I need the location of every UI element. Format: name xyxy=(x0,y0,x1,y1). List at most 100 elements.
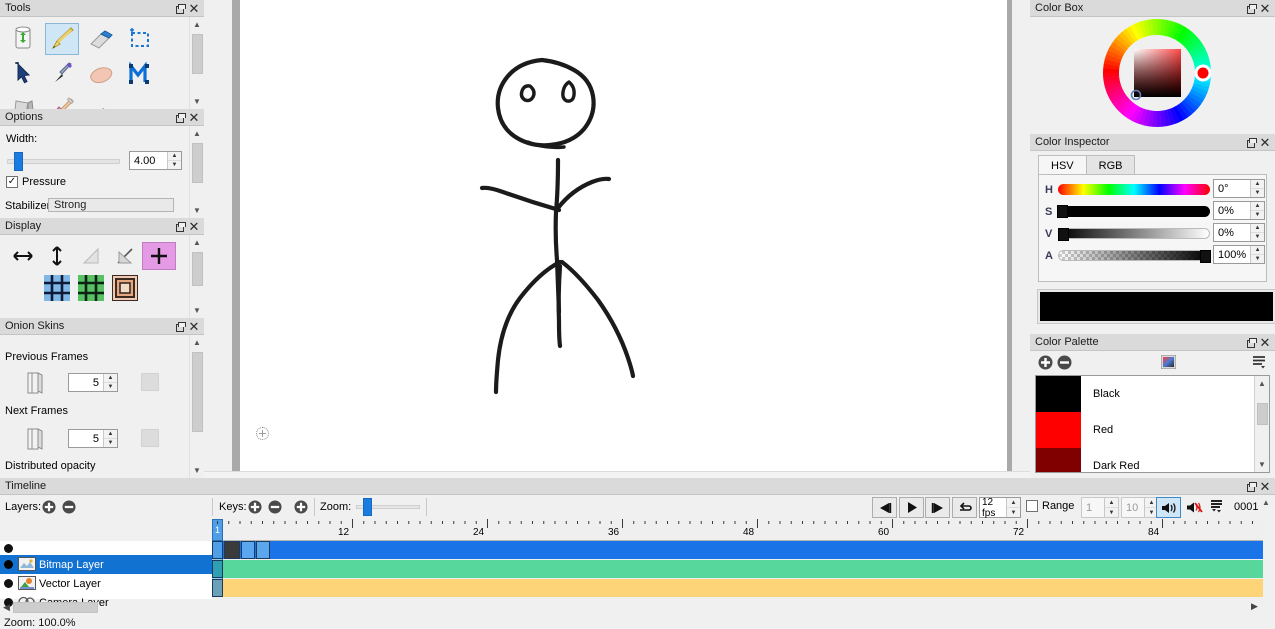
fps-value[interactable]: 12 fps xyxy=(980,497,1006,519)
next-frames-value[interactable]: 5 xyxy=(69,430,103,447)
saturation-knob[interactable] xyxy=(1057,205,1068,218)
timeline-ruler[interactable]: 1 12 24 36 48 60 72 84 xyxy=(212,519,1263,541)
float-icon[interactable] xyxy=(173,319,187,333)
tools-scrollbar[interactable]: ▲ ▼ xyxy=(189,17,204,109)
range-end-value[interactable]: 10 xyxy=(1122,498,1144,517)
previous-frames-spinner[interactable]: 5 ▲ ▼ xyxy=(68,373,118,392)
hscroll-thumb[interactable] xyxy=(13,602,98,613)
layer-list[interactable]: Bitmap Layer Vector Layer Camera Layer xyxy=(0,541,212,609)
previous-frames-icon[interactable] xyxy=(24,371,50,395)
hue-decrement[interactable]: ▼ xyxy=(1251,189,1264,197)
pressure-row[interactable]: ✓ Pressure xyxy=(6,176,66,188)
float-icon[interactable] xyxy=(173,1,187,15)
display-scrollbar[interactable]: ▲ ▼ xyxy=(189,235,204,318)
sound-off-button[interactable] xyxy=(1182,497,1207,518)
range-row[interactable]: Range xyxy=(1026,500,1074,512)
value-spinner[interactable]: 0% ▲ ▼ xyxy=(1213,223,1265,242)
center-cross-button[interactable] xyxy=(142,242,176,270)
list-item[interactable]: Black xyxy=(1036,376,1269,412)
next-frames-color-swatch[interactable] xyxy=(141,429,159,447)
grid-button[interactable] xyxy=(40,274,74,302)
float-icon[interactable] xyxy=(173,219,187,233)
flip-horizontal-button[interactable] xyxy=(6,242,40,270)
value-knob[interactable] xyxy=(1058,228,1069,241)
value-slider[interactable] xyxy=(1058,228,1210,241)
range-start-increment[interactable]: ▲ xyxy=(1105,498,1118,508)
range-start-decrement[interactable]: ▼ xyxy=(1105,508,1118,517)
width-value[interactable]: 4.00 xyxy=(130,152,167,169)
saturation-slider[interactable] xyxy=(1057,205,1210,218)
layer-row-empty[interactable] xyxy=(0,541,212,555)
add-key-icon[interactable] xyxy=(248,500,262,517)
current-cell-bitmap[interactable] xyxy=(212,541,223,559)
close-icon[interactable]: ✕ xyxy=(187,219,201,233)
track-vector[interactable] xyxy=(212,560,1263,578)
eraser-tool[interactable] xyxy=(84,24,118,56)
scroll-down-icon[interactable]: ▼ xyxy=(190,303,205,318)
layer-row-vector[interactable]: Vector Layer xyxy=(0,574,212,593)
close-icon[interactable]: ✕ xyxy=(187,110,201,124)
list-item[interactable]: Dark Red xyxy=(1036,448,1269,472)
range-checkbox[interactable] xyxy=(1026,500,1038,512)
timeline-zoom-handle[interactable] xyxy=(363,498,372,516)
hue-increment[interactable]: ▲ xyxy=(1251,180,1264,189)
options-scrollbar[interactable]: ▲ ▼ xyxy=(189,126,204,218)
scroll-down-icon[interactable]: ▼ xyxy=(1255,457,1270,472)
current-cell-camera[interactable] xyxy=(212,579,223,597)
mirror-button[interactable] xyxy=(74,242,108,270)
float-icon[interactable] xyxy=(1244,1,1258,15)
alpha-increment[interactable]: ▲ xyxy=(1251,246,1264,255)
scroll-down-icon[interactable]: ▼ xyxy=(190,203,205,218)
rotate-button[interactable] xyxy=(108,242,142,270)
sat-increment[interactable]: ▲ xyxy=(1251,202,1264,211)
float-icon[interactable] xyxy=(1244,135,1258,149)
color-swatch[interactable] xyxy=(1036,376,1081,412)
scroll-up-icon[interactable]: ▲ xyxy=(190,17,205,32)
hue-spinner[interactable]: 0° ▲ ▼ xyxy=(1213,179,1265,198)
alpha-decrement[interactable]: ▼ xyxy=(1251,255,1264,263)
color-gradient-icon[interactable] xyxy=(1160,354,1177,372)
move-tool[interactable] xyxy=(6,58,40,90)
clear-tool[interactable] xyxy=(6,22,40,54)
previous-frames-value[interactable]: 5 xyxy=(69,374,103,391)
palette-scrollbar[interactable]: ▲ ▼ xyxy=(1254,376,1269,472)
drawing-canvas[interactable] xyxy=(240,0,1007,471)
scroll-left-icon[interactable]: ◀ xyxy=(0,602,13,613)
prev-frames-increment[interactable]: ▲ xyxy=(104,374,117,383)
sat-decrement[interactable]: ▼ xyxy=(1251,211,1264,219)
polyline-tool[interactable] xyxy=(123,58,157,90)
action-safe-button[interactable] xyxy=(74,274,108,302)
list-options-icon[interactable] xyxy=(1252,355,1266,372)
scroll-up-icon[interactable]: ▲ xyxy=(190,235,205,250)
next-frame-button[interactable] xyxy=(925,497,950,518)
alpha-value[interactable]: 100% xyxy=(1214,246,1250,263)
scroll-right-icon[interactable]: ▶ xyxy=(1248,601,1261,614)
canvas-area[interactable] xyxy=(204,0,1030,478)
pen-tool[interactable] xyxy=(45,58,79,90)
width-spinner[interactable]: 4.00 ▲ ▼ xyxy=(129,151,182,170)
hue-value[interactable]: 0° xyxy=(1214,180,1250,197)
next-frames-spinner[interactable]: 5 ▲ ▼ xyxy=(68,429,118,448)
list-item[interactable]: Red xyxy=(1036,412,1269,448)
fps-spinner[interactable]: 12 fps ▲ ▼ xyxy=(979,497,1021,519)
layer-list-hscroll[interactable]: ◀ xyxy=(0,601,212,614)
next-frames-icon[interactable] xyxy=(24,427,50,451)
float-icon[interactable] xyxy=(1244,479,1258,493)
range-end-spinner[interactable]: 10 ▲ ▼ xyxy=(1121,497,1159,518)
pencil-tool[interactable] xyxy=(45,23,80,55)
scroll-up-icon[interactable]: ▲ xyxy=(1262,498,1270,507)
pressure-checkbox[interactable]: ✓ xyxy=(6,176,18,188)
close-icon[interactable]: ✕ xyxy=(1258,1,1272,15)
fps-increment[interactable]: ▲ xyxy=(1007,498,1020,508)
add-color-icon[interactable] xyxy=(1038,355,1053,373)
next-frames-decrement[interactable]: ▼ xyxy=(104,439,117,447)
val-increment[interactable]: ▲ xyxy=(1251,224,1264,233)
layer-visibility-icon[interactable] xyxy=(1210,499,1226,518)
remove-color-icon[interactable] xyxy=(1057,355,1072,373)
width-slider-handle[interactable] xyxy=(14,152,23,171)
visibility-dot-icon[interactable] xyxy=(4,560,13,569)
play-button[interactable] xyxy=(899,497,924,518)
alpha-spinner[interactable]: 100% ▲ ▼ xyxy=(1213,245,1265,264)
previous-frames-color-swatch[interactable] xyxy=(141,373,159,391)
keyframe-cell[interactable] xyxy=(256,541,270,559)
